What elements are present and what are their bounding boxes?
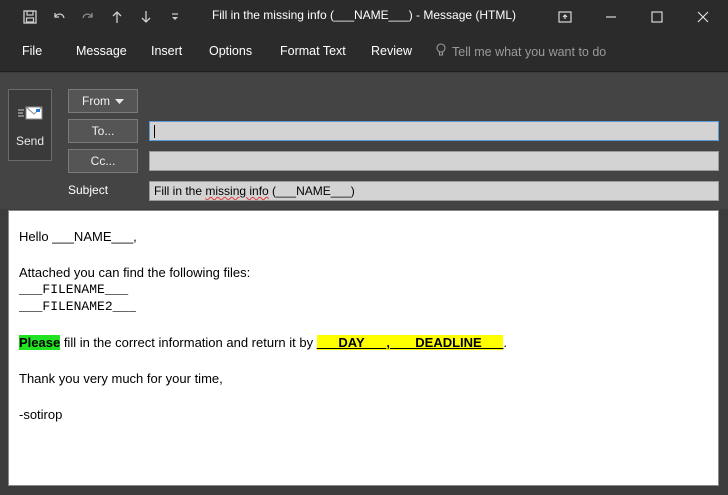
filename-1: ___FILENAME___ — [19, 282, 129, 297]
tell-me-placeholder: Tell me what you want to do — [452, 44, 607, 59]
instruction-text: fill in the correct information and retu… — [60, 335, 317, 350]
maximize-icon[interactable] — [645, 5, 669, 29]
attachments-paragraph: Attached you can find the following file… — [19, 265, 708, 315]
please-highlight: Please — [19, 335, 61, 350]
chevron-down-icon — [115, 94, 124, 108]
from-button[interactable]: From — [68, 89, 138, 113]
send-button[interactable]: Send — [8, 89, 52, 161]
cc-button[interactable]: Cc... — [68, 149, 138, 173]
tab-options[interactable]: Options — [209, 44, 252, 58]
thanks-line: Thank you very much for your time, — [19, 371, 223, 386]
tab-review[interactable]: Review — [371, 44, 412, 58]
tab-format-text[interactable]: Format Text — [280, 44, 346, 58]
subject-label: Subject — [68, 183, 109, 197]
signature-line: -sotirop — [19, 407, 63, 422]
deadline-highlight: ___DAY___, ___DEADLINE___ — [316, 335, 504, 350]
instruction-line: Please fill in the correct information a… — [19, 335, 708, 351]
subject-misspelled-text: missing info — [205, 184, 269, 198]
ribbon-tabs: File Message Insert Options Format Text … — [0, 34, 728, 72]
tab-message[interactable]: Message — [76, 44, 127, 58]
status-strip — [0, 486, 728, 495]
filename-2: ___FILENAME2___ — [19, 299, 137, 314]
message-body[interactable]: Hello ___NAME___, Attached you can find … — [8, 210, 719, 486]
lightbulb-icon — [436, 43, 446, 60]
restore-icon[interactable] — [553, 5, 577, 29]
close-icon[interactable] — [691, 5, 715, 29]
from-label: From — [82, 94, 110, 108]
subject-field[interactable]: Fill in the missing info (___NAME___) — [149, 181, 719, 201]
minimize-icon[interactable] — [599, 5, 623, 29]
subject-text-name: (___NAME___) — [268, 184, 355, 198]
instruction-period: . — [503, 335, 508, 350]
to-field[interactable] — [149, 121, 719, 141]
cc-field[interactable] — [149, 151, 719, 171]
to-button[interactable]: To... — [68, 119, 138, 143]
send-label: Send — [15, 133, 45, 148]
title-bar: Fill in the missing info (___NAME___) - … — [0, 0, 728, 34]
tab-file[interactable]: File — [22, 44, 42, 58]
subject-text: Fill in the — [154, 184, 206, 198]
greeting-line: Hello ___NAME___, — [19, 229, 137, 244]
attach-intro: Attached you can find the following file… — [19, 265, 251, 280]
text-caret — [154, 125, 155, 139]
tab-insert[interactable]: Insert — [151, 44, 182, 58]
tell-me-search[interactable]: Tell me what you want to do — [436, 43, 606, 60]
send-envelope-icon — [17, 103, 43, 126]
